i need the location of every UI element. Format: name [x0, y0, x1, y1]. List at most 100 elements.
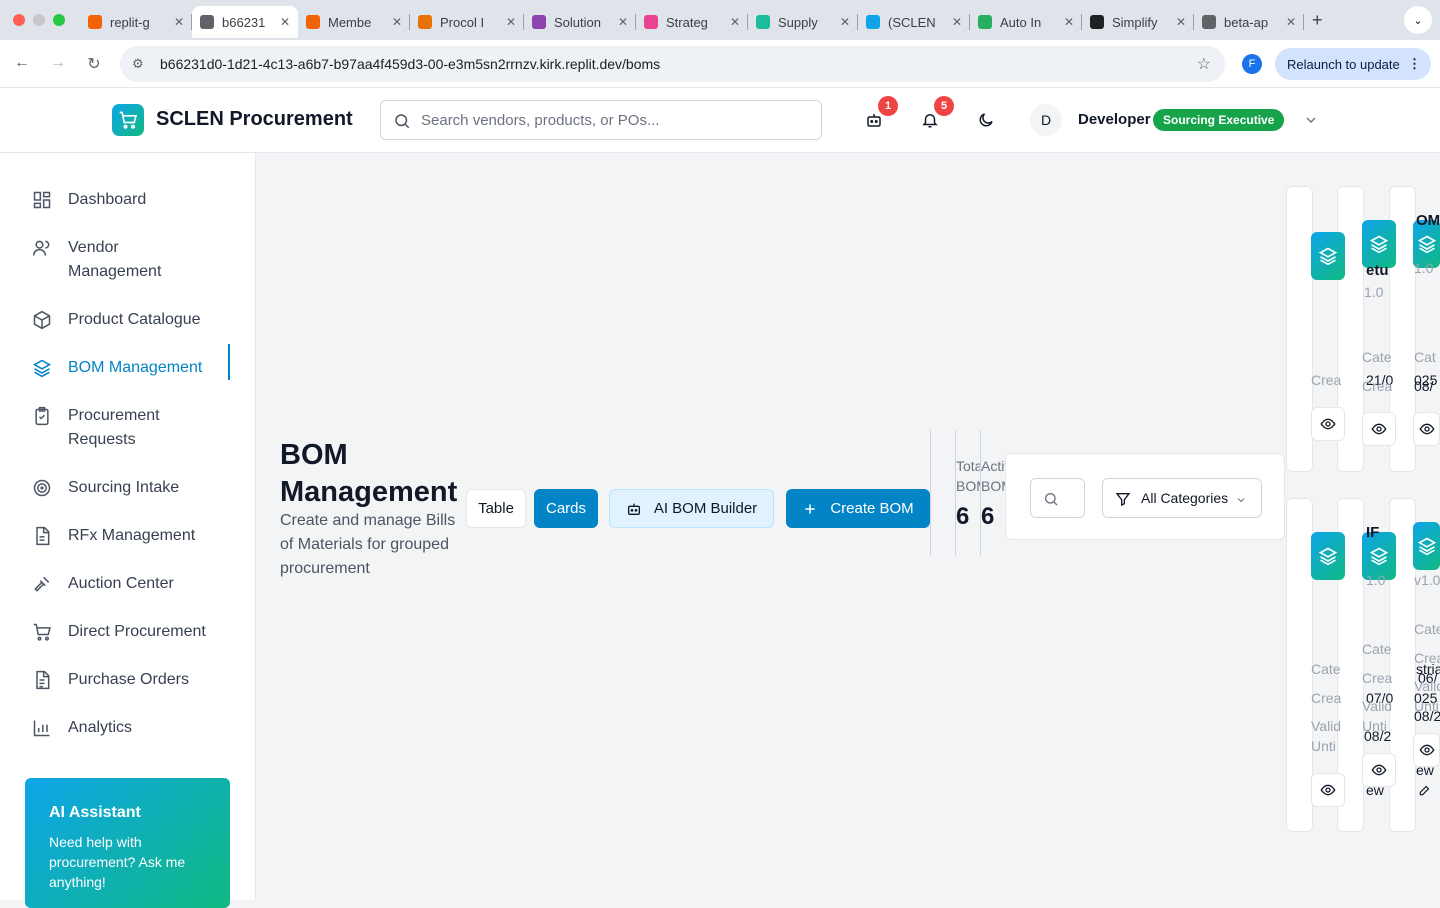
view-bom-button[interactable]: [1311, 407, 1345, 441]
new-tab-icon[interactable]: +: [1312, 10, 1323, 31]
category-filter-select[interactable]: All Categories: [1102, 478, 1262, 518]
url-text: b66231d0-1d21-4c13-a6b7-b97aa4f459d3-00-…: [160, 56, 661, 72]
profile-avatar[interactable]: F: [1242, 54, 1262, 74]
tab-close-icon[interactable]: ✕: [392, 15, 402, 29]
browser-tab[interactable]: Solution ✕: [524, 6, 636, 38]
browser-tab[interactable]: beta-ap ✕: [1194, 6, 1304, 38]
maximize-window-button[interactable]: [53, 14, 65, 26]
bar-chart-icon: [32, 716, 52, 740]
user-menu-chevron-icon[interactable]: [1303, 112, 1319, 133]
sidebar-item-label: BOM Management: [68, 359, 203, 376]
sidebar: Dashboard Vendor Management Product Catalo…: [0, 153, 256, 908]
sidebar-item-label: Vendor Management: [68, 239, 162, 280]
close-window-button[interactable]: [13, 14, 25, 26]
tab-title: beta-ap: [1224, 14, 1269, 30]
edit-icon[interactable]: [1418, 783, 1432, 802]
tab-close-icon[interactable]: ✕: [506, 15, 516, 29]
sidebar-item-sourcing-intake[interactable]: Sourcing Intake: [32, 476, 232, 500]
sidebar-item-product-catalogue[interactable]: Product Catalogue: [32, 308, 232, 332]
card-date: 08/2: [1364, 728, 1392, 744]
notifications-button[interactable]: 5: [918, 96, 954, 132]
bom-card[interactable]: [1286, 498, 1313, 832]
view-bom-button[interactable]: [1362, 412, 1396, 446]
ai-bom-builder-button[interactable]: AI BOM Builder: [609, 489, 774, 528]
tab-close-icon[interactable]: ✕: [952, 15, 962, 29]
browser-tab[interactable]: b66231 ✕: [192, 6, 298, 38]
tab-close-icon[interactable]: ✕: [840, 15, 850, 29]
tab-title: Procol I: [440, 14, 485, 30]
tab-close-icon[interactable]: ✕: [730, 15, 740, 29]
table-view-button[interactable]: Table: [466, 489, 526, 528]
card-category-label: Cate: [1311, 661, 1341, 677]
tab-favicon-icon: [1202, 15, 1216, 29]
sidebar-item-procurement-requests[interactable]: Procurement Requests: [32, 404, 232, 452]
cart-logo-icon[interactable]: [112, 104, 144, 136]
cards-view-button[interactable]: Cards: [534, 489, 598, 528]
tab-close-icon[interactable]: ✕: [618, 15, 628, 29]
category-filter-value: All Categories: [1141, 490, 1229, 506]
browser-tab[interactable]: Membe ✕: [298, 6, 410, 38]
theme-toggle-button[interactable]: [974, 108, 998, 132]
moon-icon: [979, 113, 993, 127]
sidebar-item-bom-management[interactable]: BOM Management: [32, 344, 232, 380]
relaunch-button[interactable]: Relaunch to update ⋮: [1275, 48, 1431, 80]
sidebar-item-auction-center[interactable]: Auction Center: [32, 572, 232, 596]
bom-card[interactable]: [1286, 186, 1313, 472]
sidebar-item-label: Dashboard: [68, 191, 147, 208]
view-bom-button[interactable]: [1311, 773, 1345, 807]
browser-tab[interactable]: Auto In ✕: [970, 6, 1082, 38]
sidebar-item-rfx-management[interactable]: RFx Management: [32, 524, 232, 548]
tab-search-icon[interactable]: ⌄: [1404, 6, 1432, 34]
tab-close-icon[interactable]: ✕: [1064, 15, 1074, 29]
address-bar[interactable]: ⚙ b66231d0-1d21-4c13-a6b7-b97aa4f459d3-0…: [120, 46, 1225, 82]
card-valid-label: Valid: [1414, 678, 1440, 694]
bot-icon: [627, 503, 640, 515]
view-label[interactable]: ew: [1366, 782, 1384, 798]
card-created-label: Crea: [1311, 690, 1342, 706]
ai-bot-button[interactable]: 1: [862, 96, 898, 132]
browser-tab[interactable]: Supply ✕: [748, 6, 858, 38]
view-label[interactable]: ew: [1416, 762, 1434, 778]
browser-tab[interactable]: Strateg ✕: [636, 6, 748, 38]
sidebar-item-vendor-management[interactable]: Vendor Management: [32, 236, 232, 284]
filter-icon: [1115, 493, 1131, 507]
tab-close-icon[interactable]: ✕: [1176, 15, 1186, 29]
forward-icon[interactable]: →: [40, 54, 76, 72]
view-bom-button[interactable]: [1413, 412, 1440, 446]
create-bom-button[interactable]: Create BOM: [786, 489, 930, 528]
site-info-icon[interactable]: ⚙: [132, 56, 148, 72]
card-date: 08/: [1414, 378, 1434, 394]
stat-total-boms: Total BOMs 6: [955, 430, 980, 556]
tab-title: Solution: [554, 14, 601, 30]
ai-assistant-text: Need help with procurement? Ask me anyth…: [49, 834, 186, 890]
browser-toolbar: ← → ↻ ⚙ b66231d0-1d21-4c13-a6b7-b97aa4f4…: [0, 40, 1440, 88]
minimize-window-button[interactable]: [33, 14, 45, 26]
tab-favicon-icon: [88, 15, 102, 29]
sidebar-item-direct-procurement[interactable]: Direct Procurement: [32, 620, 232, 644]
user-avatar[interactable]: D: [1030, 104, 1062, 136]
tab-title: replit-g: [110, 14, 150, 30]
ai-assistant-card[interactable]: AI Assistant Need help with procurement?…: [25, 778, 230, 908]
browser-tab[interactable]: Procol I ✕: [410, 6, 524, 38]
browser-tab[interactable]: (SCLEN ✕: [858, 6, 970, 38]
tab-close-icon[interactable]: ✕: [174, 15, 184, 29]
tab-favicon-icon: [1090, 15, 1104, 29]
global-search-input[interactable]: Search vendors, products, or POs...: [380, 100, 822, 140]
tab-close-icon[interactable]: ✕: [1286, 15, 1296, 29]
sidebar-item-analytics[interactable]: Analytics: [32, 716, 232, 740]
ai-badge: 1: [878, 96, 898, 116]
layers-icon: [32, 356, 52, 380]
sidebar-item-label: RFx Management: [68, 527, 196, 544]
sidebar-item-purchase-orders[interactable]: Purchase Orders: [32, 668, 232, 692]
bom-search-input[interactable]: [1030, 478, 1085, 518]
sidebar-item-label: Direct Procurement: [68, 623, 206, 640]
more-menu-icon[interactable]: ⋮: [1408, 56, 1421, 72]
browser-tab[interactable]: replit-g ✕: [80, 6, 192, 38]
reload-icon[interactable]: ↻: [76, 54, 112, 74]
tab-title: (SCLEN: [888, 14, 936, 30]
tab-close-icon[interactable]: ✕: [280, 15, 290, 29]
sidebar-item-dashboard[interactable]: Dashboard: [32, 188, 232, 212]
back-icon[interactable]: ←: [4, 54, 40, 72]
bookmark-star-icon[interactable]: ☆: [1197, 54, 1211, 74]
browser-tab[interactable]: Simplify ✕: [1082, 6, 1194, 38]
